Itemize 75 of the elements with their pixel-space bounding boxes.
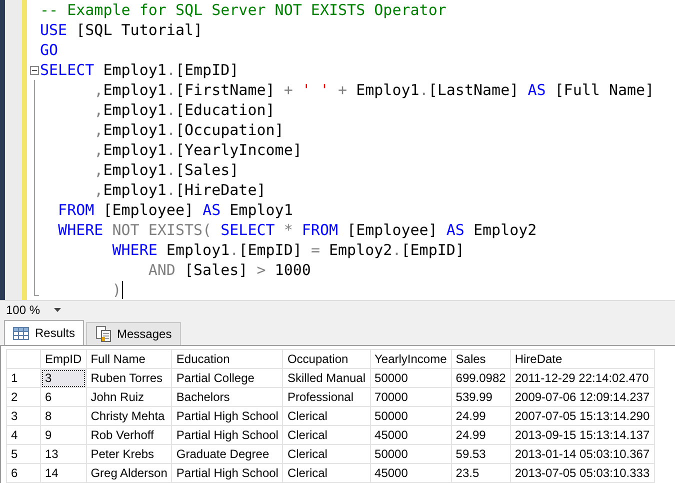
table-cell[interactable]: 2013-09-15 15:13:14.137: [510, 426, 654, 444]
code-line: ): [111, 280, 122, 300]
table-cell[interactable]: Graduate Degree: [172, 444, 283, 464]
code-line: FROM [Employee] AS Employ1: [57, 200, 293, 220]
table-cell[interactable]: Peter Krebs: [86, 444, 172, 464]
table-cell[interactable]: 2011-12-29 22:14:02.470: [510, 368, 654, 388]
table-cell[interactable]: 9: [40, 426, 86, 444]
code-line: SELECT Employ1.[EmpID]: [40, 60, 239, 80]
table-cell[interactable]: 2009-07-06 12:09:14.237: [510, 388, 654, 406]
code-line: WHERE NOT EXISTS( SELECT * FROM [Employee] AS Employ2: [57, 220, 537, 240]
row-number[interactable]: 6: [6, 464, 40, 482]
collapse-icon[interactable]: [30, 66, 39, 74]
column-header[interactable]: Sales: [451, 350, 510, 368]
column-header[interactable]: Occupation: [282, 350, 370, 368]
column-header[interactable]: Full Name: [86, 350, 172, 368]
table-cell[interactable]: Partial High School: [172, 426, 283, 444]
table-cell[interactable]: Clerical: [282, 406, 370, 426]
code-line: GO: [40, 40, 58, 60]
table-cell[interactable]: 3: [40, 368, 86, 388]
table-cell[interactable]: 45000: [370, 464, 452, 482]
table-cell[interactable]: 6: [40, 388, 86, 406]
grid-icon: [13, 326, 29, 340]
table-cell[interactable]: Rob Verhoff: [86, 426, 172, 444]
table-cell[interactable]: Bachelors: [172, 388, 283, 406]
table-cell[interactable]: 50000: [370, 368, 452, 388]
column-header[interactable]: Education: [172, 350, 283, 368]
table-cell[interactable]: Clerical: [282, 464, 370, 482]
table-cell[interactable]: 59.53: [451, 444, 510, 464]
table-cell[interactable]: Clerical: [282, 444, 370, 464]
column-header[interactable]: HireDate: [510, 350, 654, 368]
table-cell[interactable]: Partial College: [172, 368, 283, 388]
table-cell[interactable]: Greg Alderson: [86, 464, 172, 482]
table-cell[interactable]: 2013-01-14 05:03:10.367: [510, 444, 654, 464]
table-cell[interactable]: 23.5: [451, 464, 510, 482]
column-header[interactable]: YearlyIncome: [370, 350, 452, 368]
tab[interactable]: Messages: [86, 322, 181, 345]
table-cell[interactable]: 24.99: [451, 426, 510, 444]
table-cell[interactable]: 14: [40, 464, 86, 482]
table-cell[interactable]: Partial High School: [172, 464, 283, 482]
code-line: ,Employ1.[Education]: [93, 100, 275, 120]
table-cell[interactable]: 2007-07-05 15:13:14.290: [510, 406, 654, 426]
table-cell[interactable]: 50000: [370, 444, 452, 464]
zoom-dropdown[interactable]: 100 %: [6, 302, 64, 318]
code-line: USE [SQL Tutorial]: [40, 20, 203, 40]
table-cell[interactable]: 24.99: [451, 406, 510, 426]
caret-icon: [54, 308, 62, 312]
table-cell[interactable]: Christy Mehta: [86, 406, 172, 426]
tab[interactable]: Results: [4, 320, 84, 345]
table-cell[interactable]: 2013-07-05 05:03:10.333: [510, 464, 654, 482]
code-line: ,Employ1.[HireDate]: [93, 180, 266, 200]
code-line: ,Employ1.[FirstName] + ' ' + Employ1.[LastName] AS [Full Name]: [93, 80, 654, 100]
table-cell[interactable]: Clerical: [282, 426, 370, 444]
code-line: ,Employ1.[Occupation]: [93, 120, 284, 140]
table-cell[interactable]: Partial High School: [172, 406, 283, 426]
table-cell[interactable]: 50000: [370, 406, 452, 426]
row-number[interactable]: 2: [6, 388, 40, 406]
table-cell[interactable]: Professional: [282, 388, 370, 406]
table-cell[interactable]: 8: [40, 406, 86, 426]
table-cell[interactable]: 70000: [370, 388, 452, 406]
table-cell[interactable]: John Ruiz: [86, 388, 172, 406]
row-number[interactable]: 4: [6, 426, 40, 444]
code-line: ,Employ1.[Sales]: [93, 160, 239, 180]
row-number[interactable]: 3: [6, 406, 40, 426]
table-cell[interactable]: 539.99: [451, 388, 510, 406]
code-line: WHERE Employ1.[EmpID] = Employ2.[EmpID]: [111, 240, 464, 260]
document-icon: [95, 326, 112, 342]
code-line: ,Employ1.[YearlyIncome]: [93, 140, 302, 160]
row-number[interactable]: 5: [6, 444, 40, 464]
table-cell[interactable]: 13: [40, 444, 86, 464]
table-cell[interactable]: 699.0982: [451, 368, 510, 388]
table-cell[interactable]: Skilled Manual: [282, 368, 370, 388]
code-line: AND [Sales] > 1000: [147, 260, 311, 280]
code-line: -- Example for SQL Server NOT EXISTS Operator: [40, 0, 446, 20]
table-cell[interactable]: Ruben Torres: [86, 368, 172, 388]
table-cell[interactable]: 45000: [370, 426, 452, 444]
